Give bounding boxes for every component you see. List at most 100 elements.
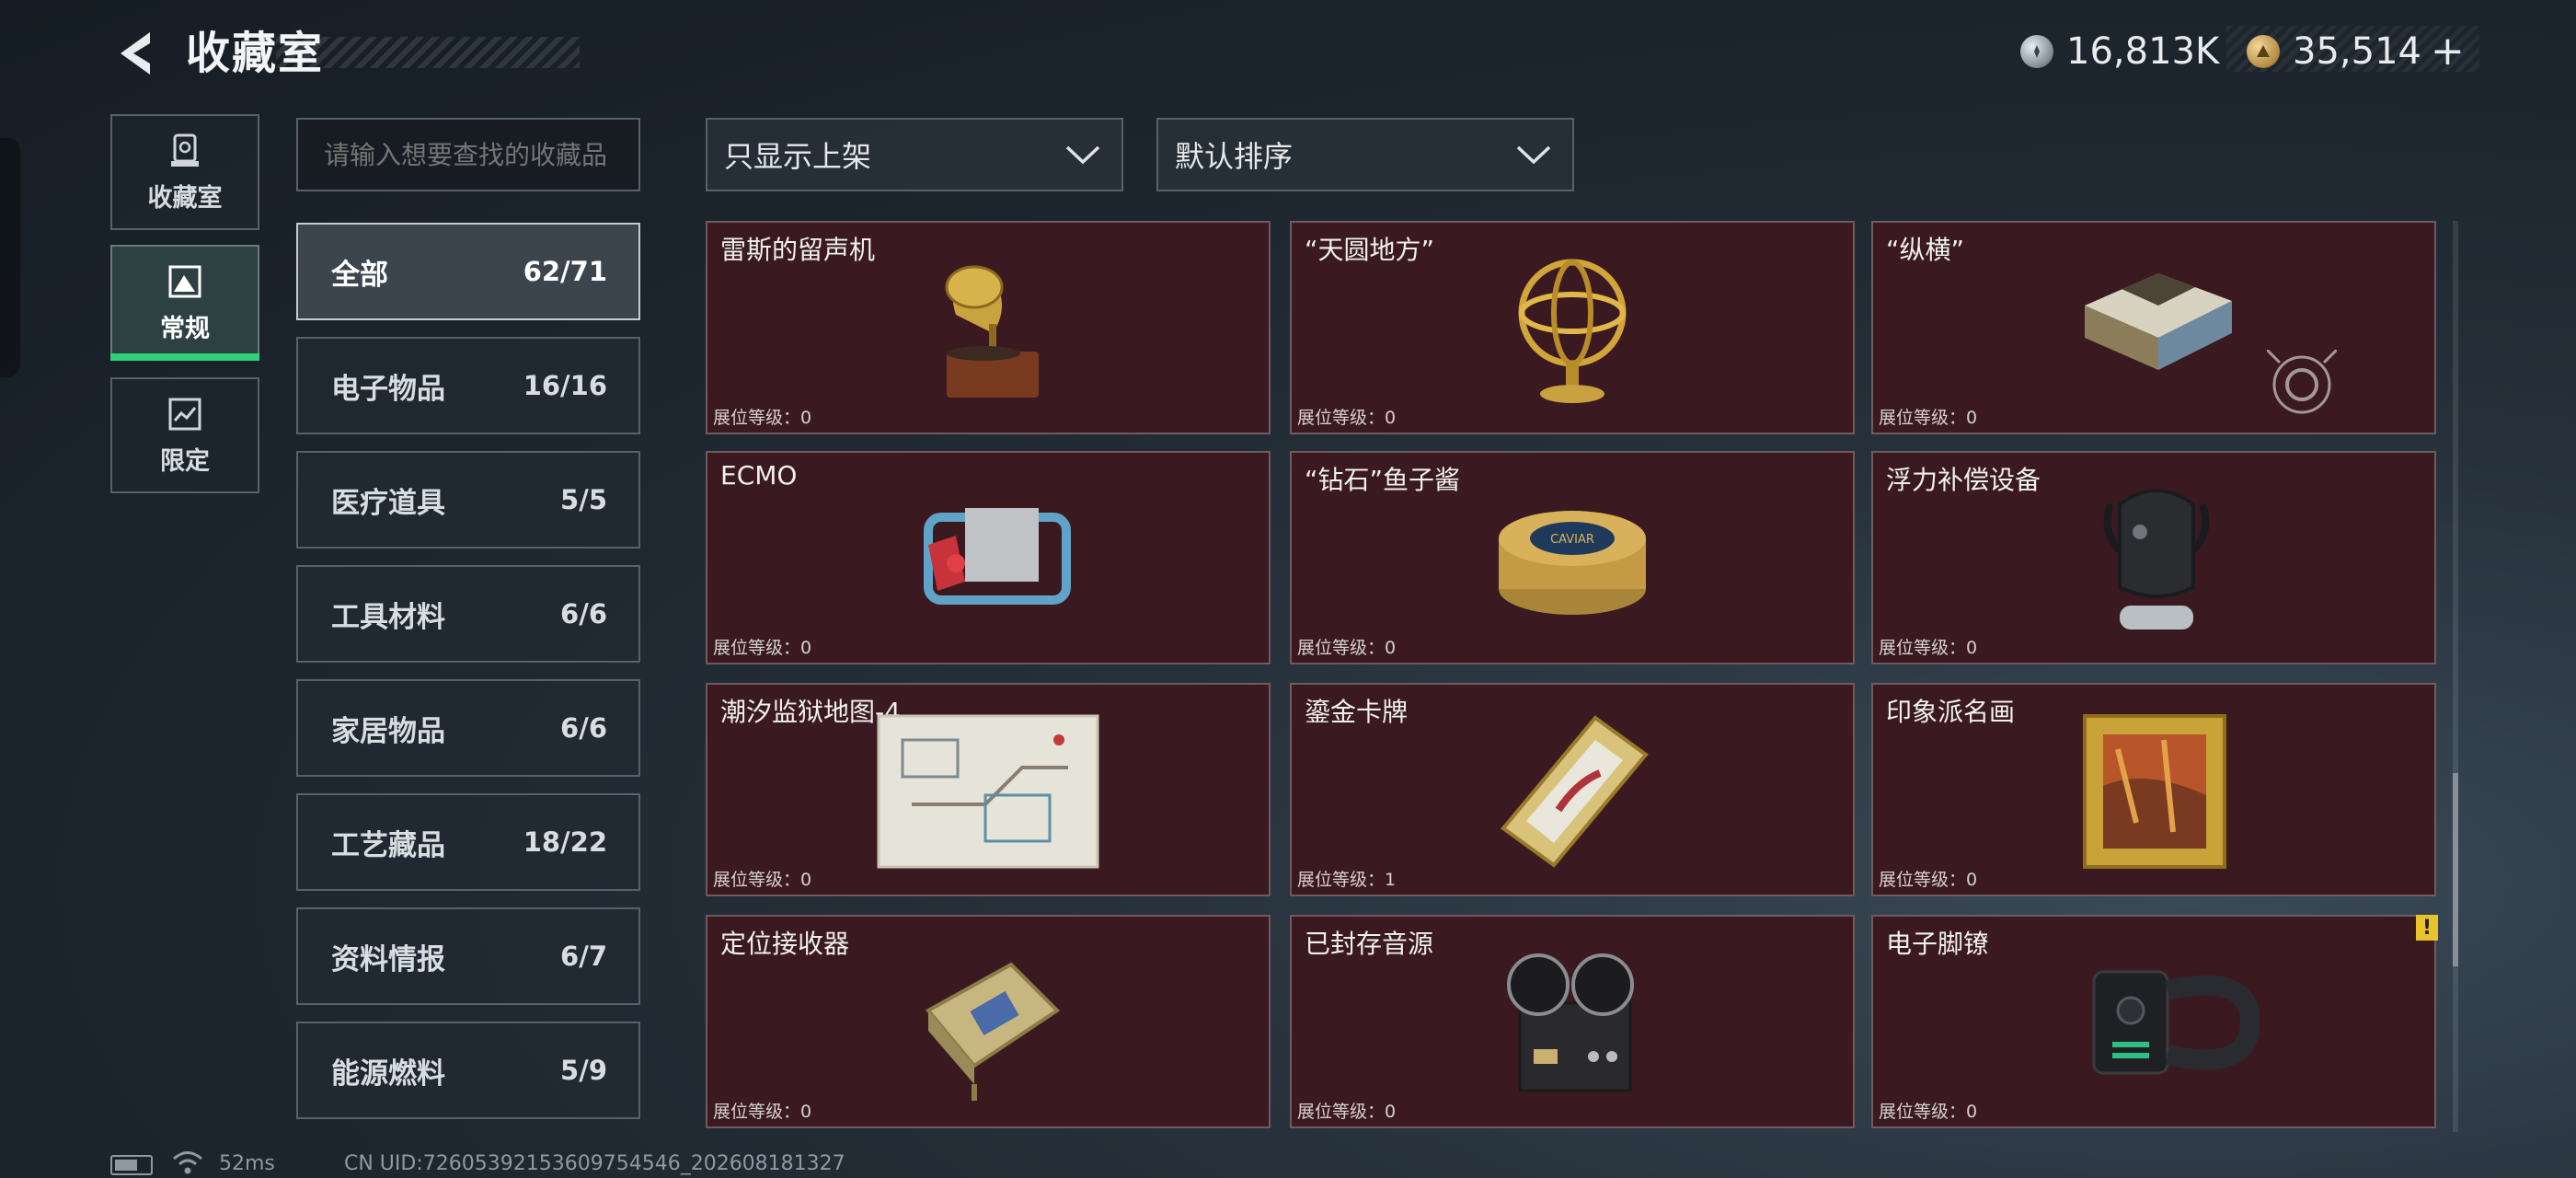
diving-bcd-icon <box>2103 489 2210 629</box>
nav-collection-room[interactable]: 收藏室 <box>110 114 259 230</box>
silver-amount: 16,813K <box>2066 30 2220 73</box>
back-arrow-icon <box>121 32 150 75</box>
collection-item-card[interactable]: 鎏金卡牌 展位等级：1 <box>1290 683 1855 896</box>
silver-currency: 16,813K <box>2020 28 2219 75</box>
item-level: 展位等级：0 <box>1297 1102 1397 1122</box>
painting-icon <box>168 398 201 430</box>
category-intel[interactable]: 资料情报 6/7 <box>296 907 640 1005</box>
item-title: 定位接收器 <box>720 929 850 959</box>
ping-value: 52ms <box>219 1152 275 1175</box>
wifi-icon <box>173 1151 202 1174</box>
item-level: 展位等级：0 <box>1297 638 1397 658</box>
category-name: 工具材料 <box>331 600 445 634</box>
item-title: “天圆地方” <box>1305 235 1435 265</box>
silver-coin-icon <box>2020 35 2053 68</box>
item-level: 展位等级：0 <box>1879 870 1978 890</box>
collection-item-card[interactable]: 潮汐监狱地图-4 展位等级：0 <box>706 683 1271 896</box>
category-tools[interactable]: 工具材料 6/6 <box>296 565 640 663</box>
svg-text:CAVIAR: CAVIAR <box>1550 533 1594 547</box>
chevron-down-icon <box>1516 145 1551 165</box>
item-level: 展位等级：0 <box>713 408 812 428</box>
category-count: 62/71 <box>523 256 607 287</box>
category-name: 医疗道具 <box>331 486 445 520</box>
collection-item-card[interactable]: 已封存音源 展位等级：0 <box>1290 915 1855 1128</box>
category-energy[interactable]: 能源燃料 5/9 <box>296 1022 640 1119</box>
gold-amount: 35,514 <box>2293 30 2421 73</box>
category-count: 18/22 <box>523 826 607 858</box>
collection-item-card[interactable]: 浮力补偿设备 展位等级：0 <box>1871 451 2436 664</box>
category-medical[interactable]: 医疗道具 5/5 <box>296 451 640 549</box>
category-name: 工艺藏品 <box>331 828 445 862</box>
gold-currency[interactable]: 35,514 + <box>2247 28 2465 75</box>
category-count: 6/7 <box>560 941 607 972</box>
item-title: 鎏金卡牌 <box>1305 697 1409 727</box>
category-name: 能源燃料 <box>331 1057 445 1091</box>
nav-regular[interactable]: 常规 <box>110 245 259 361</box>
item-title: 潮汐监狱地图-4 <box>720 697 901 727</box>
collection-item-card[interactable]: “天圆地方” 展位等级：0 <box>1290 221 1855 434</box>
chessboard-icon <box>2085 273 2232 370</box>
edge-handle <box>0 138 20 377</box>
item-level: 展位等级：0 <box>713 870 812 890</box>
category-count: 5/9 <box>560 1055 607 1086</box>
shelf-filter-dropdown[interactable]: 只显示上架 <box>706 118 1123 191</box>
nav-limited[interactable]: 限定 <box>110 377 259 493</box>
item-title: 雷斯的留声机 <box>720 235 876 265</box>
sort-dropdown[interactable]: 默认排序 <box>1156 118 1574 191</box>
collection-item-card[interactable]: 印象派名画 展位等级：0 <box>1871 683 2436 896</box>
framed-painting-icon <box>2083 714 2226 869</box>
scrollbar-track[interactable] <box>2453 221 2458 1132</box>
nav-label: 常规 <box>160 314 210 343</box>
reel-recorder-icon <box>1507 953 1634 1092</box>
category-name: 资料情报 <box>331 942 445 976</box>
scrollbar-thumb[interactable] <box>2453 773 2458 966</box>
item-title: 已封存音源 <box>1305 929 1434 959</box>
add-currency-button[interactable]: + <box>2431 28 2465 75</box>
item-level: 展位等级：0 <box>713 638 812 658</box>
item-level: 展位等级：0 <box>1879 408 1978 428</box>
collection-item-card[interactable]: “钻石”鱼子酱 CAVIAR 展位等级：0 <box>1290 451 1855 664</box>
search-input[interactable] <box>296 118 640 191</box>
item-title: 印象派名画 <box>1886 697 2016 727</box>
item-level: 展位等级：0 <box>713 1102 812 1122</box>
category-name: 电子物品 <box>331 372 445 406</box>
map-icon <box>877 714 1099 869</box>
target-icon <box>2267 350 2337 414</box>
category-name: 全部 <box>331 258 388 292</box>
category-electronics[interactable]: 电子物品 16/16 <box>296 337 640 434</box>
collection-item-card[interactable]: “纵横” 展位等级：0 <box>1871 221 2436 434</box>
back-button[interactable] <box>109 26 164 81</box>
item-title: 浮力补偿设备 <box>1886 465 2041 495</box>
user-uid: CN UID:72605392153609754546_202608181327 <box>344 1152 845 1175</box>
nav-label: 收藏室 <box>147 183 223 213</box>
dropdown-value: 默认排序 <box>1175 139 1294 174</box>
category-crafts[interactable]: 工艺藏品 18/22 <box>296 793 640 891</box>
collection-item-card[interactable]: 电子脚镣 展位等级：0 <box>1871 915 2436 1128</box>
collection-item-card[interactable]: 雷斯的留声机 展位等级：0 <box>706 221 1271 434</box>
collection-item-card[interactable]: ECMO 展位等级：0 <box>706 451 1271 664</box>
item-title: “钻石”鱼子酱 <box>1305 465 1461 495</box>
trophy-icon <box>171 133 199 167</box>
gold-coin-icon <box>2247 35 2280 68</box>
warning-badge-icon: ! <box>2416 915 2438 941</box>
item-title: “纵横” <box>1886 235 1965 265</box>
collection-item-card[interactable]: 定位接收器 展位等级：0 <box>706 915 1271 1128</box>
ecmo-machine-icon <box>924 508 1071 605</box>
gramophone-icon <box>945 265 1039 398</box>
item-level: 展位等级：0 <box>1297 408 1397 428</box>
page-title: 收藏室 <box>186 28 325 79</box>
chevron-down-icon <box>1065 145 1100 165</box>
category-home[interactable]: 家居物品 6/6 <box>296 679 640 777</box>
gilded-card-icon <box>1501 715 1649 868</box>
category-count: 6/6 <box>560 712 607 744</box>
landscape-icon <box>168 265 201 297</box>
item-level: 展位等级：0 <box>1879 638 1978 658</box>
item-level: 展位等级：0 <box>1879 1102 1978 1122</box>
category-count: 5/5 <box>560 484 607 515</box>
ankle-monitor-icon <box>2092 970 2260 1075</box>
item-level: 展位等级：1 <box>1297 870 1397 890</box>
armillary-sphere-icon <box>1518 259 1627 403</box>
category-count: 6/6 <box>560 598 607 629</box>
item-title: ECMO <box>720 460 798 491</box>
category-all[interactable]: 全部 62/71 <box>296 223 640 320</box>
